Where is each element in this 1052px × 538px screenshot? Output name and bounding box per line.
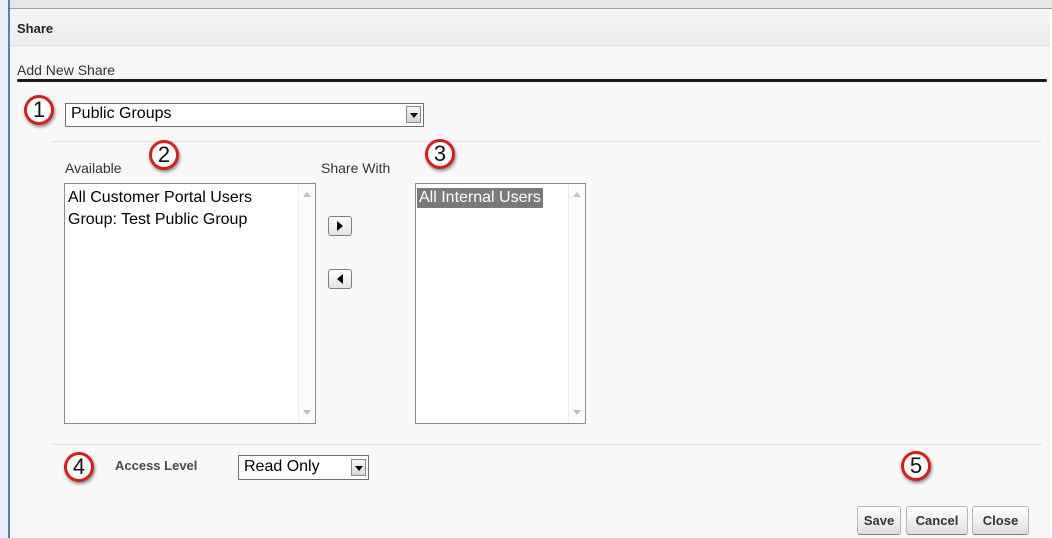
available-label: Available (65, 160, 122, 176)
callout-marker: 1 (24, 95, 54, 125)
share-dialog: Share Add New Share Public Groups Availa… (10, 9, 1050, 538)
scrollbar[interactable] (568, 184, 585, 423)
cancel-button[interactable]: Cancel (906, 506, 968, 535)
add-button[interactable] (328, 216, 352, 236)
list-item[interactable]: All Customer Portal Users (68, 188, 252, 208)
save-button[interactable]: Save (857, 506, 901, 535)
list-item[interactable]: Group: Test Public Group (68, 210, 247, 230)
arrow-left-icon (337, 274, 343, 284)
access-level-value: Read Only (244, 458, 320, 475)
arrow-right-icon (337, 221, 343, 231)
callout-marker: 4 (64, 452, 94, 482)
divider (52, 141, 1042, 142)
scroll-down-icon[interactable] (573, 410, 581, 415)
section-title: Add New Share (17, 62, 116, 78)
share-type-select[interactable]: Public Groups (65, 103, 424, 127)
share-with-listbox[interactable]: All Internal Users (415, 183, 586, 424)
divider (52, 444, 1042, 445)
chevron-down-icon[interactable] (406, 106, 421, 123)
access-level-select[interactable]: Read Only (238, 455, 369, 480)
chevron-down-icon[interactable] (351, 459, 366, 476)
scroll-up-icon[interactable] (573, 192, 581, 197)
dialog-title: Share (17, 21, 54, 36)
close-button[interactable]: Close (972, 506, 1029, 535)
scroll-down-icon[interactable] (303, 410, 311, 415)
callout-marker: 5 (901, 451, 931, 481)
callout-marker: 3 (425, 139, 455, 169)
remove-button[interactable] (328, 269, 352, 289)
background-window-edge (0, 0, 1052, 9)
scroll-up-icon[interactable] (303, 192, 311, 197)
access-level-label: Access Level (115, 458, 198, 473)
callout-marker: 2 (149, 140, 179, 170)
share-type-value: Public Groups (71, 105, 172, 122)
available-listbox[interactable]: All Customer Portal Users Group: Test Pu… (64, 183, 316, 424)
share-with-label: Share With (321, 160, 391, 176)
scrollbar[interactable] (298, 184, 315, 423)
dialog-header: Share (10, 9, 1050, 46)
list-item[interactable]: All Internal Users (417, 188, 543, 208)
